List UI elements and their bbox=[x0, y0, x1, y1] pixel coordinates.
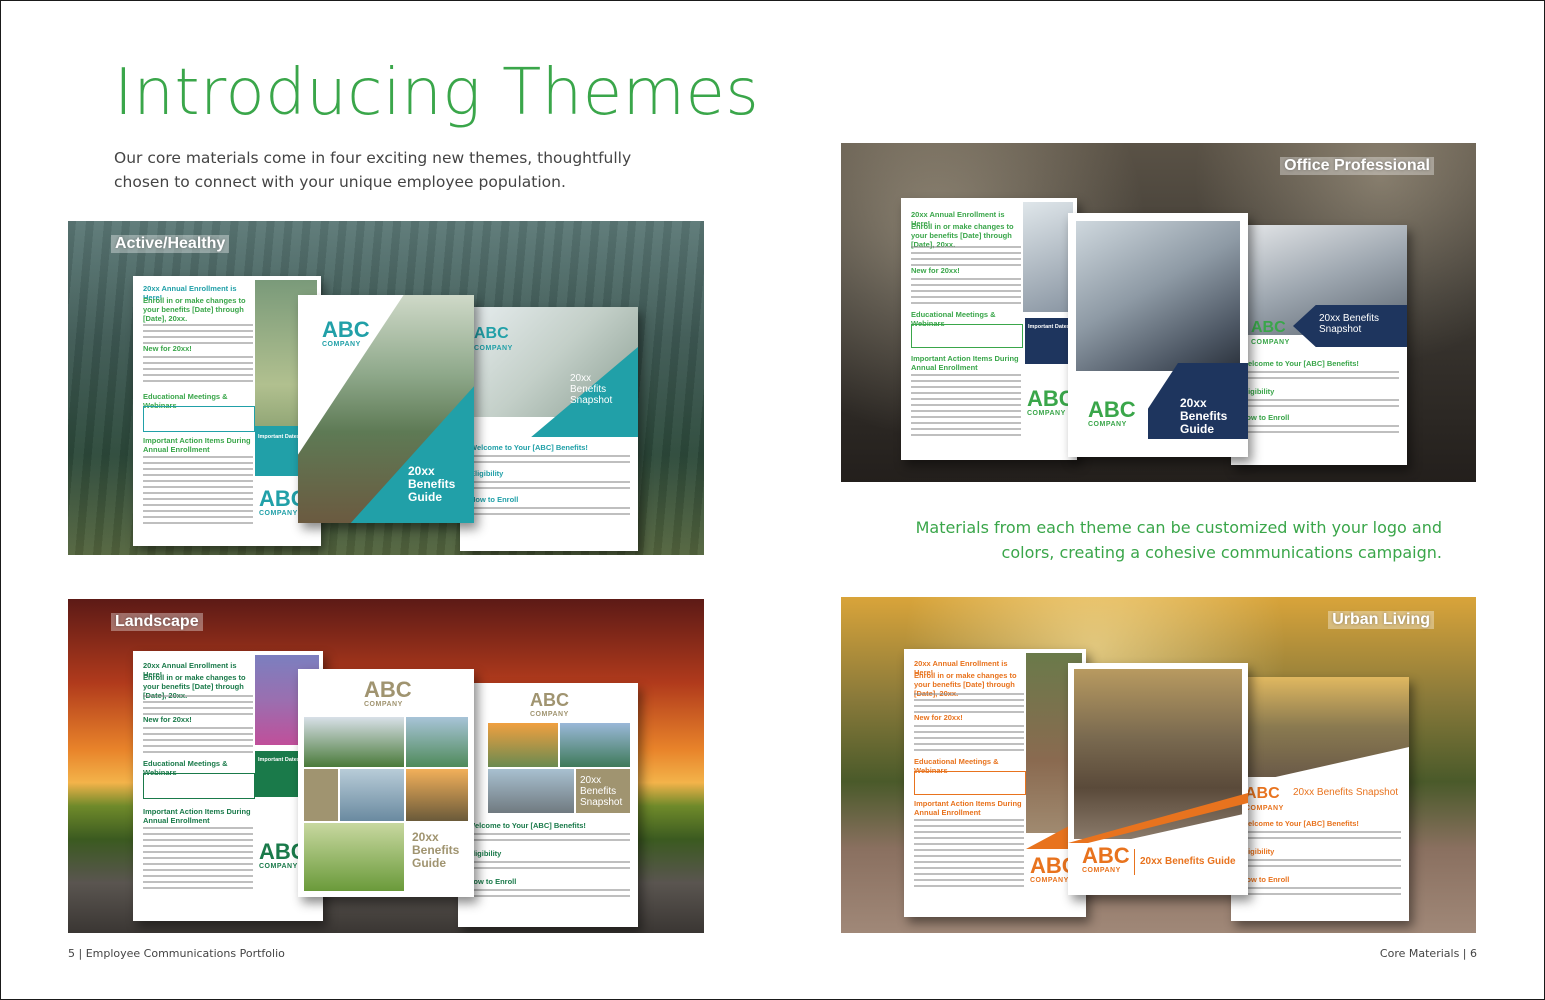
benefits-snapshot: 20xx Benefits Snapshot ABC COMPANY Welcom… bbox=[1231, 225, 1407, 465]
cover-photo-2 bbox=[406, 717, 468, 767]
cover-title: 20xx Benefits Guide bbox=[1140, 856, 1236, 867]
benefits-guide-cover: ABC COMPANY 20xx Benefits Guide bbox=[298, 295, 474, 523]
benefits-guide-cover: ABC COMPANY 20xx Benefits Guide bbox=[1068, 213, 1248, 457]
theme-panel-office-professional: Office Professional 20xx Annual Enrollme… bbox=[841, 143, 1476, 482]
meetings-table bbox=[911, 324, 1023, 348]
snapshot-logo: ABC COMPANY bbox=[1251, 319, 1290, 346]
cover-title: 20xx Benefits Guide bbox=[412, 830, 460, 870]
page-title: Introducing Themes bbox=[114, 56, 760, 130]
customization-note: Materials from each theme can be customi… bbox=[915, 518, 1442, 562]
snapshot-title: 20xx Benefits Snapshot bbox=[570, 373, 613, 406]
snapshot-welcome: Welcome to Your [ABC] Benefits! bbox=[468, 821, 586, 830]
cover-photo-5 bbox=[304, 823, 404, 891]
flyer-photo bbox=[1023, 202, 1073, 312]
snapshot-photo-3 bbox=[488, 769, 574, 813]
cover-logo: ABC COMPANY bbox=[322, 317, 370, 349]
cover-photo-1 bbox=[304, 717, 404, 767]
enrollment-flyer: 20xx Annual Enrollment is Here! Enroll i… bbox=[133, 651, 323, 921]
enrollment-flyer: 20xx Annual Enrollment is Here! Enroll i… bbox=[901, 198, 1077, 460]
flyer-action-items: Important Action Items During Annual Enr… bbox=[911, 354, 1019, 372]
snapshot-title: 20xx Benefits Snapshot bbox=[580, 775, 623, 808]
snapshot-how-to-enroll: How to Enroll bbox=[468, 877, 517, 886]
cover-photo-4 bbox=[406, 769, 468, 821]
snapshot-title: 20xx Benefits Snapshot bbox=[1293, 787, 1399, 798]
theme-label: Landscape bbox=[111, 613, 203, 631]
cover-swatch bbox=[304, 769, 338, 821]
flyer-subheading: Enroll in or make changes to your benefi… bbox=[911, 222, 1014, 249]
cover-title: 20xx Benefits Guide bbox=[1180, 396, 1228, 436]
flyer-subheading: Enroll in or make changes to your benefi… bbox=[143, 296, 246, 323]
theme-panel-active-healthy: Active/Healthy 20xx Annual Enrollment is… bbox=[68, 221, 704, 555]
snapshot-welcome: Welcome to Your [ABC] Benefits! bbox=[1241, 359, 1359, 368]
meetings-table bbox=[914, 771, 1026, 795]
snapshot-title: 20xx Benefits Snapshot bbox=[1319, 313, 1380, 335]
meetings-table bbox=[143, 773, 255, 799]
intro-text: Our core materials come in four exciting… bbox=[114, 149, 632, 191]
cover-logo: ABC COMPANY bbox=[364, 677, 412, 709]
footer-right: Core Materials | 6 bbox=[1379, 947, 1477, 960]
flyer-new-for: New for 20xx! bbox=[911, 266, 960, 275]
cover-logo: ABC COMPANY bbox=[1088, 397, 1136, 429]
cover-photo bbox=[1074, 669, 1242, 839]
flyer-new-for: New for 20xx! bbox=[914, 713, 963, 722]
snapshot-welcome: Welcome to Your [ABC] Benefits! bbox=[470, 443, 588, 452]
flyer-action-items: Important Action Items During Annual Enr… bbox=[143, 807, 251, 825]
enrollment-flyer: 20xx Annual Enrollment is Here! Enroll i… bbox=[133, 276, 321, 546]
cover-logo: ABC COMPANY bbox=[1082, 843, 1130, 875]
benefits-guide-cover: ABC COMPANY 20xx Benefits Guide bbox=[1068, 663, 1248, 895]
snapshot-logo: ABC COMPANY bbox=[474, 325, 513, 352]
benefits-snapshot: ABC COMPANY 20xx Benefits Snapshot Welcom… bbox=[458, 683, 638, 927]
cover-photo-3 bbox=[340, 769, 404, 821]
meetings-table bbox=[143, 406, 255, 432]
flyer-new-for: New for 20xx! bbox=[143, 715, 192, 724]
flyer-action-items: Important Action Items During Annual Enr… bbox=[914, 799, 1022, 817]
snapshot-how-to-enroll: How to Enroll bbox=[470, 495, 519, 504]
cover-photo bbox=[1076, 221, 1240, 371]
footer-left: 5 | Employee Communications Portfolio bbox=[68, 947, 285, 960]
theme-label: Urban Living bbox=[1328, 611, 1434, 629]
cover-title: 20xx Benefits Guide bbox=[408, 464, 456, 504]
benefits-snapshot: ABC COMPANY 20xx Benefits Snapshot Welcom… bbox=[460, 307, 638, 551]
benefits-snapshot: ABC COMPANY 20xx Benefits Snapshot Welcom… bbox=[1231, 677, 1409, 921]
snapshot-welcome: Welcome to Your [ABC] Benefits! bbox=[1241, 819, 1359, 828]
snapshot-logo: ABC COMPANY bbox=[1245, 785, 1284, 812]
theme-panel-landscape: Landscape 20xx Annual Enrollment is Here… bbox=[68, 599, 704, 933]
enrollment-flyer: 20xx Annual Enrollment is Here! Enroll i… bbox=[904, 649, 1086, 917]
snapshot-eligibility: Eligibility bbox=[470, 469, 504, 478]
theme-label: Office Professional bbox=[1280, 157, 1434, 175]
benefits-guide-cover: ABC COMPANY 20xx Benefits Guide bbox=[298, 669, 474, 897]
snapshot-how-to-enroll: How to Enroll bbox=[1241, 413, 1290, 422]
flyer-new-for: New for 20xx! bbox=[143, 344, 192, 353]
theme-panel-urban-living: Urban Living 20xx Annual Enrollment is H… bbox=[841, 597, 1476, 933]
snapshot-how-to-enroll: How to Enroll bbox=[1241, 875, 1290, 884]
snapshot-photo-2 bbox=[560, 723, 630, 767]
flyer-action-items: Important Action Items During Annual Enr… bbox=[143, 436, 251, 454]
cover-divider bbox=[1134, 849, 1135, 875]
important-dates-box: Important Dates bbox=[1025, 318, 1073, 364]
snapshot-photo-1 bbox=[488, 723, 558, 767]
snapshot-logo: ABC COMPANY bbox=[530, 690, 569, 718]
theme-label: Active/Healthy bbox=[111, 235, 230, 253]
